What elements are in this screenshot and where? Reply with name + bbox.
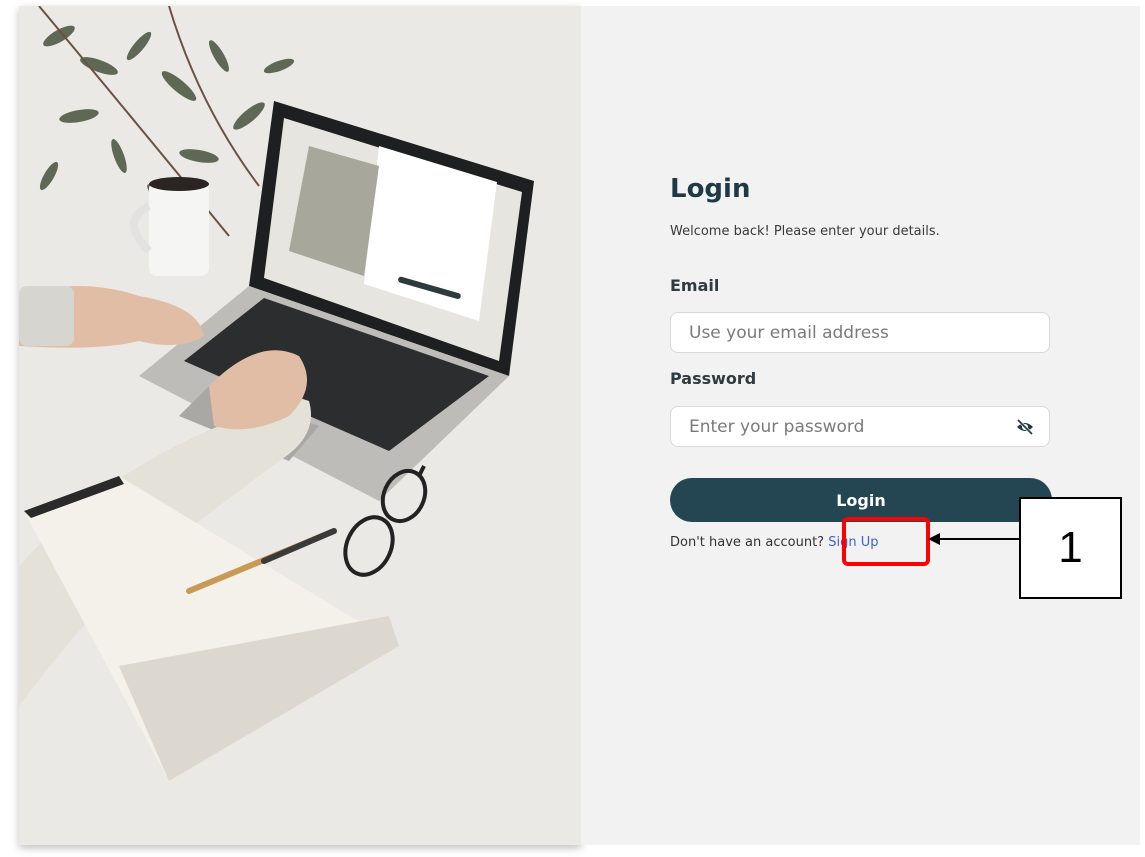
annotation-number: 1 bbox=[1058, 523, 1083, 572]
signup-highlight-box bbox=[842, 517, 930, 566]
welcome-subtitle: Welcome back! Please enter your details. bbox=[670, 224, 940, 239]
login-button[interactable]: Login bbox=[670, 478, 1052, 522]
password-label: Password bbox=[670, 369, 757, 388]
email-field[interactable] bbox=[671, 313, 1049, 352]
eye-off-icon[interactable] bbox=[1015, 418, 1035, 436]
email-label: Email bbox=[670, 276, 720, 295]
annotation-callout: 1 bbox=[1019, 497, 1122, 599]
password-field[interactable] bbox=[671, 407, 1049, 446]
password-field-wrapper bbox=[670, 406, 1050, 447]
desk-laptop-illustration bbox=[19, 6, 581, 845]
email-field-wrapper bbox=[670, 312, 1050, 353]
annotation-arrow-icon bbox=[928, 533, 1020, 545]
signup-prompt: Don't have an account? bbox=[670, 535, 825, 550]
login-page: Login Welcome back! Please enter your de… bbox=[0, 0, 1145, 857]
page-title: Login bbox=[670, 174, 751, 204]
hero-photo bbox=[19, 6, 581, 845]
login-panel: Login Welcome back! Please enter your de… bbox=[581, 6, 1140, 845]
